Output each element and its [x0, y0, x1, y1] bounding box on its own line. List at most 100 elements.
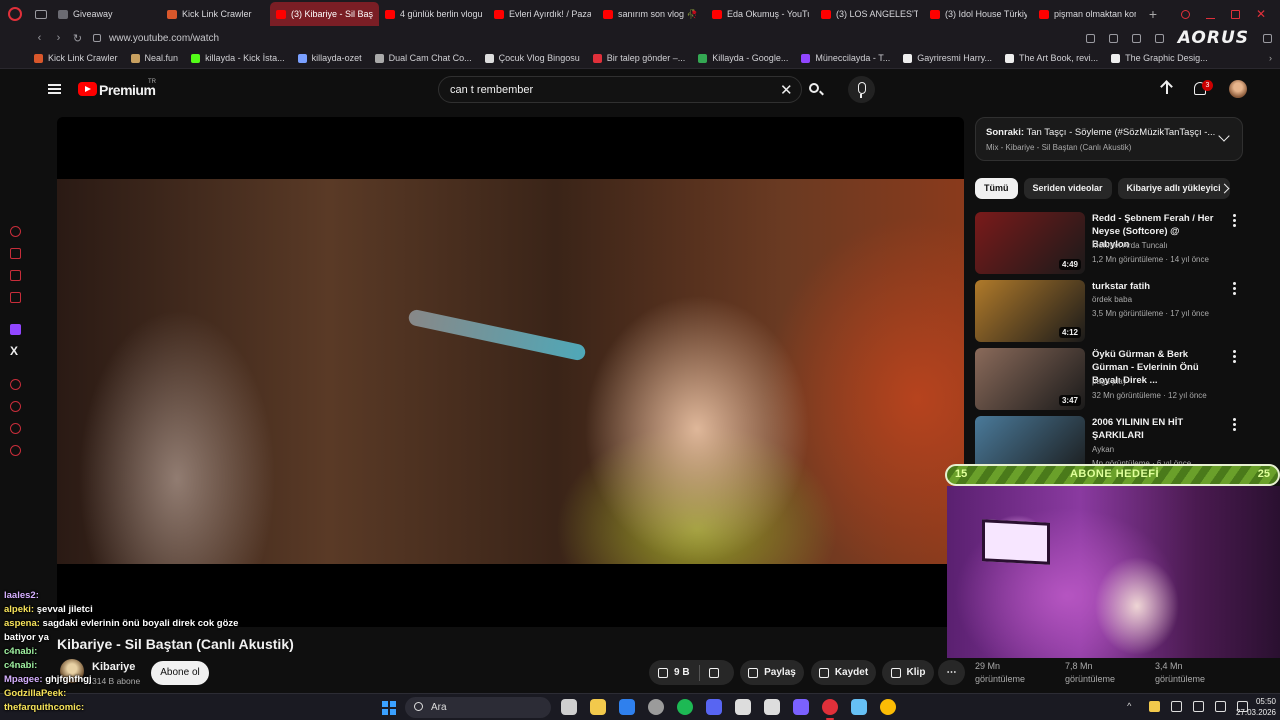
- browser-tab[interactable]: (3) LOS ANGELES'TA: [815, 2, 924, 26]
- twitch-icon[interactable]: [10, 324, 21, 335]
- back-button[interactable]: ‹: [30, 32, 49, 44]
- spotify-icon[interactable]: [677, 699, 693, 715]
- browser-tab[interactable]: Eda Okumuş - YouTu: [706, 2, 815, 26]
- steam-icon[interactable]: [851, 699, 867, 715]
- reload-button[interactable]: ↻: [68, 32, 87, 45]
- m-app-icon[interactable]: [10, 292, 21, 303]
- more-options-icon[interactable]: [1233, 418, 1236, 431]
- browser-tab[interactable]: Evleri Ayırdık! / Pazar: [488, 2, 597, 26]
- search-button[interactable]: [802, 76, 829, 103]
- bookmark-item[interactable]: Bir talep gönder –...: [592, 53, 685, 63]
- clear-search-icon[interactable]: ✕: [780, 81, 793, 99]
- video-thumbnail[interactable]: 4:12: [975, 280, 1085, 342]
- browser-tab[interactable]: Kick Link Crawler: [161, 2, 270, 26]
- aria-icon[interactable]: [10, 226, 21, 237]
- player-icon[interactable]: [10, 379, 21, 390]
- filter-chip[interactable]: Seriden videolar: [1023, 178, 1112, 199]
- chrome-icon[interactable]: [880, 699, 896, 715]
- bookmark-item[interactable]: Gayriresmi Harry...: [903, 53, 992, 63]
- recommended-channel[interactable]: Mehmet Arda Tuncalı: [1092, 241, 1168, 250]
- recommended-channel[interactable]: paga play: [1092, 377, 1127, 386]
- more-options-icon[interactable]: [1233, 350, 1236, 363]
- recommended-video[interactable]: 3:47 Öykü Gürman & Berk Gürman - Evlerini…: [975, 348, 1243, 410]
- network-icon[interactable]: [1193, 701, 1204, 712]
- settings-icon[interactable]: [648, 699, 664, 715]
- settings-sidebar-icon[interactable]: [10, 445, 21, 456]
- bookmark-item[interactable]: The Graphic Desig...: [1111, 53, 1208, 63]
- more-options-icon[interactable]: [1233, 214, 1236, 227]
- browser-tab[interactable]: pişman olmaktan kor: [1033, 2, 1142, 26]
- tray-app-icon[interactable]: [1149, 701, 1160, 712]
- heart-icon[interactable]: [1154, 33, 1164, 43]
- opera-icon[interactable]: [822, 699, 838, 720]
- easy-setup-icon[interactable]: [1263, 33, 1272, 43]
- bookmarks-more-icon[interactable]: ›: [1269, 53, 1280, 63]
- bookmark-item[interactable]: Dual Cam Chat Co...: [374, 53, 472, 63]
- browser-tab[interactable]: (3) Idol House Türkiy: [924, 2, 1033, 26]
- taskbar-clock[interactable]: 05:50 27.03.2026: [1226, 696, 1276, 718]
- tray-chevron-icon[interactable]: ^: [1127, 701, 1138, 712]
- windows-start-icon[interactable]: [382, 701, 396, 715]
- video-player[interactable]: [57, 117, 964, 627]
- search-tabs-icon[interactable]: [1180, 9, 1190, 19]
- opera-menu-icon[interactable]: [0, 0, 30, 28]
- voice-search-icon[interactable]: [848, 76, 875, 103]
- chevron-down-icon[interactable]: [1218, 130, 1230, 142]
- share-button[interactable]: Paylaş: [740, 660, 804, 685]
- search-box[interactable]: can t rembember ✕: [438, 76, 802, 103]
- x-twitter-icon[interactable]: X: [10, 344, 18, 358]
- like-button[interactable]: 9 B: [649, 660, 699, 685]
- up-next-card[interactable]: Sonraki: Tan Taşçı - Söyleme (#SözMüzikT…: [975, 117, 1243, 161]
- maximize-button[interactable]: [1230, 9, 1240, 19]
- bookmark-item[interactable]: killayda - Kick İsta...: [191, 53, 285, 63]
- grid-app-icon[interactable]: [793, 699, 809, 715]
- shield-icon[interactable]: [1131, 33, 1141, 43]
- recommended-channel[interactable]: Aykan: [1092, 445, 1114, 454]
- discord-icon[interactable]: [706, 699, 722, 715]
- extensions-sidebar-icon[interactable]: [10, 423, 21, 434]
- dislike-button[interactable]: [700, 660, 728, 685]
- history-icon[interactable]: [10, 401, 21, 412]
- bookmark-item[interactable]: Çocuk Vlog Bingosu: [484, 53, 580, 63]
- mail-icon[interactable]: [619, 699, 635, 715]
- new-tab-button[interactable]: +: [1142, 6, 1164, 22]
- youtube-logo-icon[interactable]: [78, 82, 97, 96]
- forward-button[interactable]: ›: [49, 32, 68, 44]
- bookmark-item[interactable]: Kick Link Crawler: [34, 53, 118, 63]
- more-actions-button[interactable]: ⋯: [938, 660, 965, 685]
- save-button[interactable]: Kaydet: [811, 660, 876, 685]
- account-avatar[interactable]: [1229, 80, 1247, 98]
- recommended-title[interactable]: 2006 YILININ EN HİT ŞARKILARI: [1092, 416, 1217, 442]
- extension-icon[interactable]: [1085, 33, 1095, 43]
- youtube-brand[interactable]: Premium: [99, 82, 156, 98]
- minimize-button[interactable]: [1205, 10, 1215, 19]
- close-window-button[interactable]: ✕: [1256, 8, 1266, 20]
- bookmark-item[interactable]: Müneccilayda - T...: [801, 53, 890, 63]
- microphone-icon[interactable]: [1171, 701, 1182, 712]
- upload-icon[interactable]: [1161, 81, 1173, 97]
- recommended-title[interactable]: turkstar fatih: [1092, 280, 1217, 293]
- clip-button[interactable]: Klip: [882, 660, 934, 685]
- recommended-video[interactable]: 4:49 Redd - Şebnem Ferah / Her Neyse (Sof…: [975, 212, 1243, 274]
- recommended-channel[interactable]: ördek baba: [1092, 295, 1132, 304]
- browser-tab[interactable]: Giveaway: [52, 2, 161, 26]
- recommended-video[interactable]: 4:12 turkstar fatih ördek baba 3,5 Mn görün…: [975, 280, 1243, 342]
- search-input[interactable]: can t rembember: [450, 84, 533, 96]
- video-thumbnail[interactable]: 4:49: [975, 212, 1085, 274]
- url-field[interactable]: www.youtube.com/watch: [109, 33, 219, 44]
- taskbar-search[interactable]: Ara: [405, 697, 551, 718]
- browser-tab[interactable]: sanırım son vlog 🥀 | y: [597, 2, 706, 26]
- menu-icon[interactable]: [48, 84, 61, 94]
- snapshot-icon[interactable]: [1108, 33, 1118, 43]
- bookmark-item[interactable]: Killayda - Google...: [698, 53, 788, 63]
- browser-tab[interactable]: 4 günlük berlin vlogu: [379, 2, 488, 26]
- volume-icon[interactable]: [1215, 701, 1226, 712]
- bookmark-item[interactable]: killayda-ozet: [297, 53, 362, 63]
- folder-icon[interactable]: [590, 699, 606, 715]
- files-icon[interactable]: [561, 699, 577, 715]
- messenger-icon[interactable]: [10, 270, 21, 281]
- workspaces-icon[interactable]: [30, 0, 52, 28]
- video-thumbnail[interactable]: 3:47: [975, 348, 1085, 410]
- app-c-icon[interactable]: [764, 699, 780, 715]
- obs-icon[interactable]: [735, 699, 751, 715]
